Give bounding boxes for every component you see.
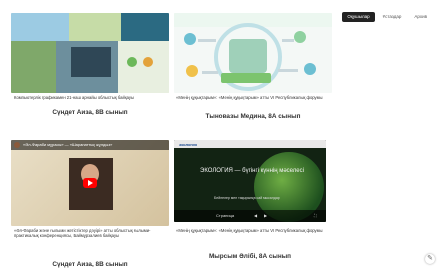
play-button-icon[interactable] bbox=[83, 178, 97, 188]
card-4-presentation-thumbnail[interactable]: экология ЭКОЛОГИЯ — бүгінгі күннің мәсел… bbox=[174, 140, 326, 222]
slide-subtitle: Бейнелер мен тақырыпқа сай мысалдар bbox=[214, 196, 280, 200]
card-2-caption: «Менің құқықтарым»: «Менің құқықтарым» а… bbox=[176, 95, 323, 100]
fullscreen-icon[interactable]: ⛶ bbox=[314, 213, 317, 218]
nav-tab-archive[interactable]: Архив bbox=[409, 12, 432, 22]
card-4-caption: «Менің құқықтарым»: «Менің құқықтарым» а… bbox=[176, 228, 323, 233]
card-1-name[interactable]: Сүндет Аиза, 8В сынып bbox=[11, 109, 169, 116]
channel-avatar-icon bbox=[14, 142, 20, 148]
card-2-thumbnail[interactable] bbox=[174, 13, 332, 93]
card-3-caption: «Әл-Фараби және ғылыми жетістіктер дәуір… bbox=[14, 228, 151, 239]
presentation-controls[interactable]: Страница ◀ ▶ ⛶ bbox=[174, 210, 326, 222]
top-navigation: Оқушылар Ұстаздар Архив bbox=[342, 12, 432, 22]
prev-slide-icon[interactable]: ◀ bbox=[254, 213, 257, 218]
next-slide-icon[interactable]: ▶ bbox=[264, 213, 267, 218]
nav-tab-teachers[interactable]: Ұстаздар bbox=[378, 12, 407, 22]
card-2-name[interactable]: Тыновазы Медина, 8А сынып bbox=[174, 113, 332, 120]
card-4-name[interactable]: Мырсым Әлібі, 8А сынып bbox=[174, 253, 326, 260]
slide-title: ЭКОЛОГИЯ — бүгінгі күннің мәселесі bbox=[200, 168, 304, 174]
slide-header: экология bbox=[179, 142, 197, 147]
nav-tab-students[interactable]: Оқушылар bbox=[342, 12, 375, 22]
video-title: «Әл-Фараби мұрасы» — «Шарапаттық жұлдыз» bbox=[23, 142, 113, 147]
card-1-caption: Компьютерлік графикамен 21-наш арнайы об… bbox=[14, 95, 135, 100]
card-3-video-thumbnail[interactable]: «Әл-Фараби мұрасы» — «Шарапаттық жұлдыз» bbox=[11, 140, 169, 226]
edit-pencil-icon[interactable]: ✎ bbox=[425, 254, 435, 264]
page-label: Страница bbox=[216, 213, 235, 218]
card-1-thumbnail[interactable] bbox=[11, 13, 169, 93]
